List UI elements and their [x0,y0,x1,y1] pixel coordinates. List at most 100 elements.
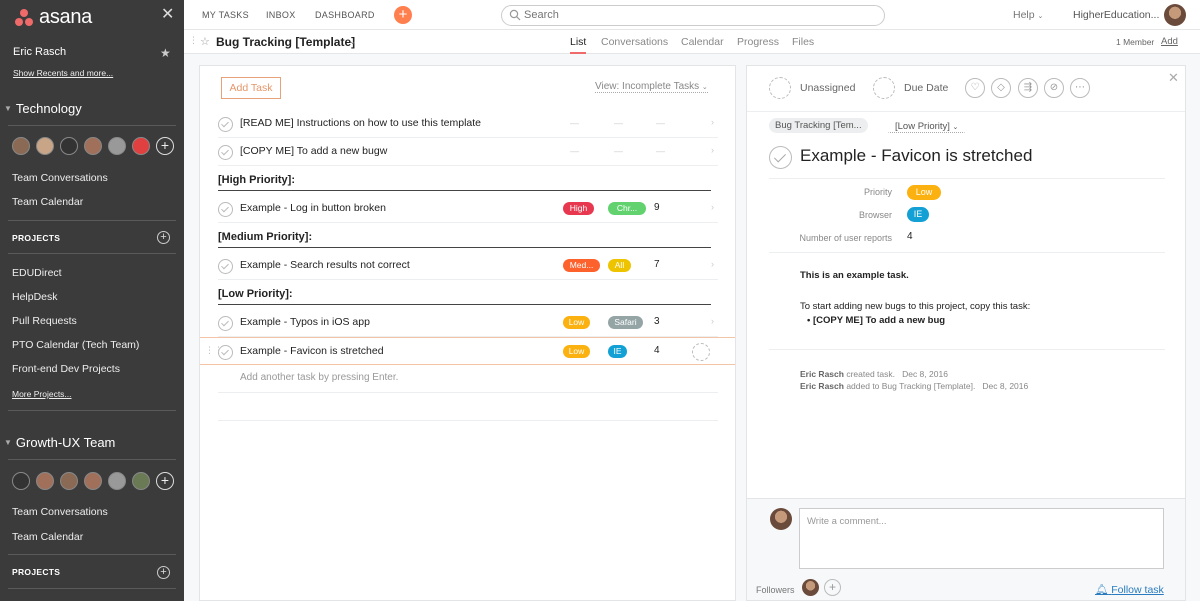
more-projects-link[interactable]: More Projects... [12,389,72,399]
avatar[interactable] [12,472,30,490]
tab-progress[interactable]: Progress [737,36,779,48]
task-name[interactable]: Example - Search results not correct [240,259,410,271]
avatar[interactable] [60,137,78,155]
avatar[interactable] [12,137,30,155]
task-name[interactable]: Example - Log in button broken [240,202,386,214]
chevron-right-icon[interactable]: › [711,316,714,326]
chevron-right-icon[interactable]: › [711,259,714,269]
task-row-selected[interactable]: ⋮⋮ Example - Favicon is stretched Low IE… [200,337,735,365]
task-name[interactable]: [COPY ME] To add a new bugw [240,145,387,157]
task-name[interactable]: Example - Favicon is stretched [240,345,384,357]
avatar[interactable] [132,137,150,155]
calendar-icon[interactable] [873,77,895,99]
section-dropdown[interactable]: [Low Priority] ⌄ [888,118,966,133]
team-calendar-link[interactable]: Team Calendar [12,196,83,208]
section-header-medium[interactable]: [Medium Priority]: [218,228,711,248]
assignee-avatar-icon[interactable] [769,77,791,99]
search-bar[interactable] [501,5,885,26]
description-bullet[interactable]: • [COPY ME] To add a new bug [807,315,945,326]
complete-checkbox-icon[interactable] [769,146,792,169]
section-header-low[interactable]: [Low Priority]: [218,285,711,305]
heart-icon[interactable]: ♡ [965,78,985,98]
chevron-down-icon[interactable]: ⌄ [349,36,357,47]
task-row[interactable]: [READ ME] Instructions on how to use thi… [218,110,718,138]
due-date-field[interactable]: Due Date [904,82,948,94]
asana-logo[interactable]: asana [13,6,92,29]
priority-value[interactable]: Low [907,185,941,200]
view-filter-dropdown[interactable]: View: Incomplete Tasks ⌄ [595,81,708,93]
follow-task-link[interactable]: 🔔︎ Follow task [1095,583,1164,596]
team-conversations-link[interactable]: Team Conversations [12,172,108,184]
quick-add-button[interactable]: + [394,6,412,24]
tab-list[interactable]: List [570,36,587,54]
avatar[interactable] [36,472,54,490]
task-row[interactable]: [COPY ME] To add a new bugw — — — › [218,138,718,166]
project-link[interactable]: PTO Calendar (Tech Team) [12,339,139,351]
attachment-icon[interactable]: ⊘ [1044,78,1064,98]
project-pill[interactable]: Bug Tracking [Tem... [769,118,868,133]
show-recents-link[interactable]: Show Recents and more... [13,68,113,78]
drag-handle-icon[interactable]: ⋮ [189,35,198,46]
task-name[interactable]: [READ ME] Instructions on how to use thi… [240,117,481,129]
more-icon[interactable]: ⋯ [1070,78,1090,98]
browser-value[interactable]: IE [907,207,929,222]
task-name[interactable]: Example - Typos in iOS app [240,316,370,328]
avatar[interactable] [108,137,126,155]
description-line[interactable]: To start adding new bugs to this project… [800,301,1030,312]
chevron-right-icon[interactable]: › [711,117,714,127]
user-avatar[interactable] [1164,4,1186,26]
complete-checkbox-icon[interactable] [218,316,233,331]
workspace-switcher[interactable]: HigherEducation... [1073,9,1159,21]
avatar[interactable] [132,472,150,490]
nav-inbox[interactable]: INBOX [266,10,296,20]
team-technology[interactable]: ▼ Technology [4,101,82,116]
subtask-icon[interactable]: ⇶ [1018,78,1038,98]
team-conversations-link[interactable]: Team Conversations [12,506,108,518]
project-link[interactable]: EDUDirect [12,267,62,279]
project-title[interactable]: Bug Tracking [Template] [216,35,355,49]
assignee-field[interactable]: Unassigned [800,82,855,94]
search-input[interactable] [524,9,864,21]
sidebar-user-name[interactable]: Eric Rasch [13,46,66,58]
add-member-link[interactable]: Add [1161,36,1178,47]
team-calendar-link[interactable]: Team Calendar [12,531,83,543]
nav-dashboard[interactable]: DASHBOARD [315,10,375,20]
tab-conversations[interactable]: Conversations [601,36,668,48]
tag-icon[interactable]: ◇ [991,78,1011,98]
complete-checkbox-icon[interactable] [218,259,233,274]
complete-checkbox-icon[interactable] [218,145,233,160]
follower-avatar[interactable] [802,579,819,596]
tab-calendar[interactable]: Calendar [681,36,724,48]
task-row[interactable]: Example - Search results not correct Med… [218,252,718,280]
avatar[interactable] [60,472,78,490]
avatar[interactable] [108,472,126,490]
add-member-icon[interactable]: + [156,472,174,490]
comment-input[interactable]: Write a comment... [799,508,1164,569]
nav-my-tasks[interactable]: MY TASKS [202,10,249,20]
avatar[interactable] [84,137,102,155]
add-task-button[interactable]: Add Task [221,77,281,99]
favorite-star-icon[interactable]: ☆ [200,35,210,48]
close-sidebar-icon[interactable]: ✕ [161,6,174,24]
close-icon[interactable]: ✕ [1168,70,1179,86]
user-reports-value[interactable]: 4 [907,231,913,242]
task-row[interactable]: Example - Log in button broken High Chr.… [218,195,718,223]
help-menu[interactable]: Help ⌄ [1013,9,1043,21]
team-growth-ux[interactable]: ▼ Growth-UX Team [4,435,115,450]
add-follower-icon[interactable]: + [824,579,841,596]
complete-checkbox-icon[interactable] [218,117,233,132]
avatar[interactable] [36,137,54,155]
add-project-icon[interactable]: + [157,566,170,579]
member-count[interactable]: 1 Member [1116,37,1154,47]
add-project-icon[interactable]: + [157,231,170,244]
complete-checkbox-icon[interactable] [218,345,233,360]
project-link[interactable]: HelpDesk [12,291,58,303]
project-link[interactable]: Pull Requests [12,315,77,327]
task-row[interactable]: Example - Typos in iOS app Low Safari 3 … [218,309,718,337]
section-header-high[interactable]: [High Priority]: [218,171,711,191]
tab-files[interactable]: Files [792,36,814,48]
chevron-right-icon[interactable]: › [711,145,714,155]
chevron-right-icon[interactable]: › [711,202,714,212]
star-icon[interactable]: ★ [160,46,171,60]
add-member-icon[interactable]: + [156,137,174,155]
